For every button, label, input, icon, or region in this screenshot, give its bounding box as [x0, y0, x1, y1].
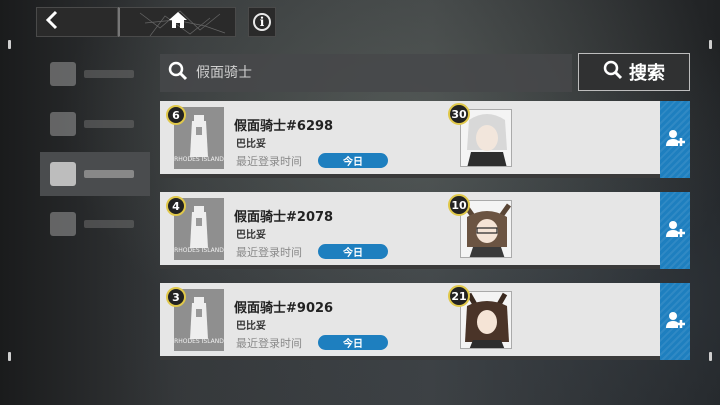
search-input[interactable]: [196, 65, 556, 81]
player-status: 巴比妥: [236, 321, 266, 332]
edge-marker: [8, 352, 11, 361]
friend-row[interactable]: RHODES ISLAND 6 假面骑士#6298 巴比妥 最近登录时间 今日 …: [160, 101, 690, 178]
home-button[interactable]: [118, 7, 236, 37]
sidebar-icon: [50, 162, 76, 186]
player-badge: RHODES ISLAND 3: [166, 287, 224, 351]
badge-text: RHODES ISLAND: [174, 338, 224, 345]
back-button[interactable]: [36, 7, 118, 37]
last-login-label: 最近登录时间: [236, 337, 302, 350]
sidebar-item-1[interactable]: [40, 52, 150, 96]
search-icon: [168, 61, 188, 85]
edge-marker: [709, 40, 712, 49]
assist-level: 21: [448, 285, 470, 307]
add-friend-icon: [665, 129, 685, 151]
sidebar-item-label: [84, 120, 134, 128]
search-icon: [603, 60, 623, 84]
add-friend-icon: [665, 311, 685, 333]
sidebar-item-2[interactable]: [40, 102, 150, 146]
sidebar-item-label: [84, 170, 134, 178]
last-login-label: 最近登录时间: [236, 246, 302, 259]
sidebar-item-3[interactable]: [40, 152, 150, 196]
sidebar-item-label: [84, 70, 134, 78]
friend-row[interactable]: RHODES ISLAND 3 假面骑士#9026 巴比妥 最近登录时间 今日 …: [160, 283, 690, 360]
player-name: 假面骑士#9026: [234, 301, 334, 316]
assist-level: 10: [448, 194, 470, 216]
last-login-value: 今日: [318, 335, 388, 350]
player-level: 4: [166, 196, 186, 216]
player-status: 巴比妥: [236, 230, 266, 241]
info-label: i: [259, 15, 265, 29]
home-icon: [168, 11, 188, 33]
sidebar-item-4[interactable]: [40, 202, 150, 246]
badge-text: RHODES ISLAND: [174, 247, 224, 254]
badge-text: RHODES ISLAND: [174, 156, 224, 163]
player-name: 假面骑士#6298: [234, 119, 334, 134]
sidebar-item-label: [84, 220, 134, 228]
friend-row[interactable]: RHODES ISLAND 4 假面骑士#2078 巴比妥 最近登录时间 今日 …: [160, 192, 690, 269]
player-badge: RHODES ISLAND 6: [166, 105, 224, 169]
sidebar-icon: [50, 62, 76, 86]
add-friend-button[interactable]: [660, 101, 690, 178]
assist-operator[interactable]: 30: [448, 103, 512, 167]
row-divider: [160, 265, 660, 269]
player-badge: RHODES ISLAND 4: [166, 196, 224, 260]
info-icon: i: [253, 13, 271, 31]
search-box: [160, 54, 572, 92]
last-login-value: 今日: [318, 153, 388, 168]
player-name: 假面骑士#2078: [234, 210, 334, 225]
add-friend-button[interactable]: [660, 192, 690, 269]
add-friend-button[interactable]: [660, 283, 690, 360]
sidebar-icon: [50, 112, 76, 136]
last-login-label: 最近登录时间: [236, 155, 302, 168]
info-button[interactable]: i: [248, 7, 276, 37]
row-divider: [160, 174, 660, 178]
player-level: 3: [166, 287, 186, 307]
assist-operator[interactable]: 10: [448, 194, 512, 258]
edge-marker: [709, 352, 712, 361]
sidebar-icon: [50, 212, 76, 236]
add-friend-icon: [665, 220, 685, 242]
top-nav: [36, 7, 236, 37]
player-level: 6: [166, 105, 186, 125]
search-button-label: 搜索: [629, 63, 665, 84]
last-login-value: 今日: [318, 244, 388, 259]
edge-marker: [8, 40, 11, 49]
assist-level: 30: [448, 103, 470, 125]
search-button[interactable]: 搜索: [578, 53, 690, 91]
assist-operator[interactable]: 21: [448, 285, 512, 349]
row-divider: [160, 356, 660, 360]
player-status: 巴比妥: [236, 139, 266, 150]
chevron-left-icon: [45, 10, 59, 34]
